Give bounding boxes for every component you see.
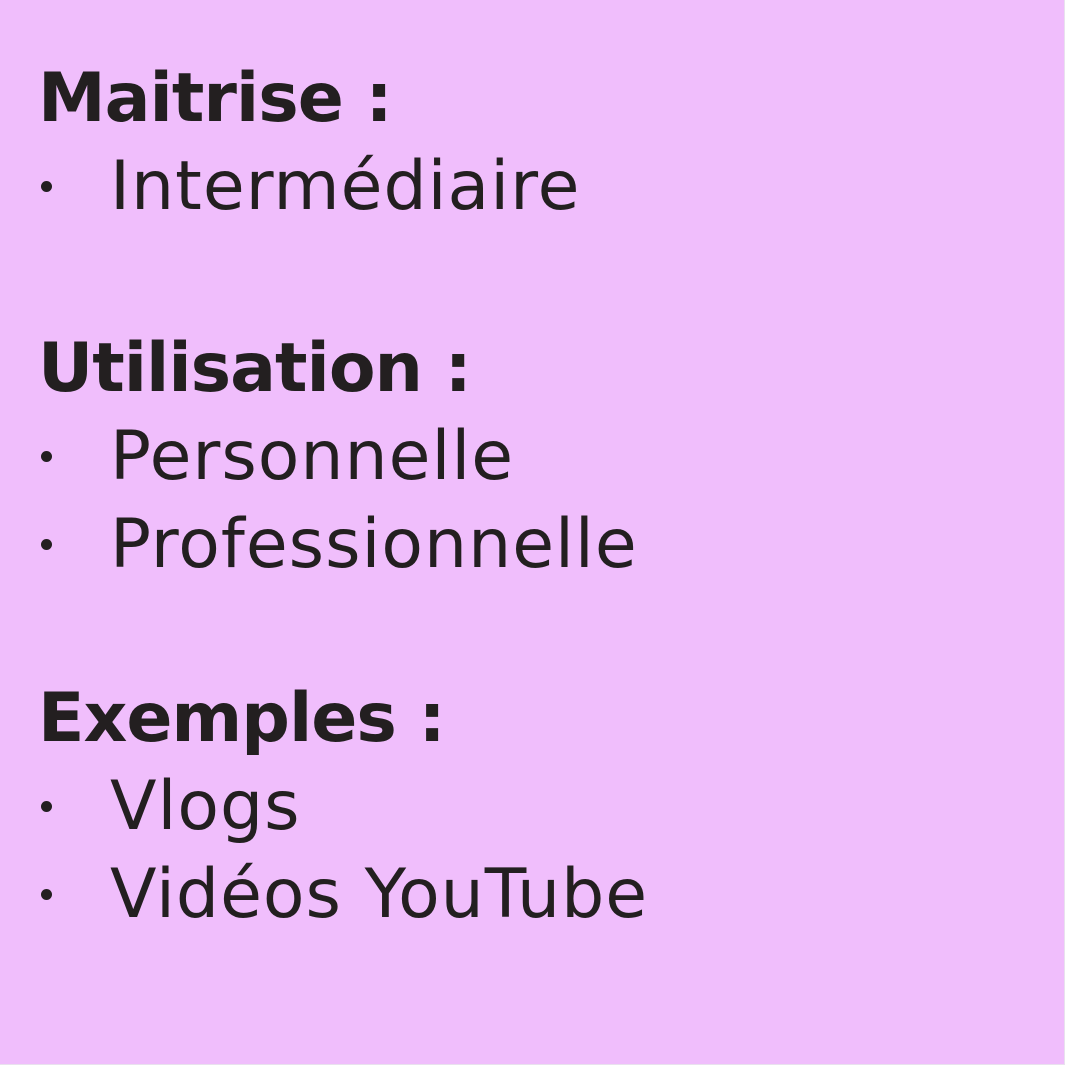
bullet-icon [41, 539, 52, 550]
section-heading-utilisation: Utilisation : [38, 329, 472, 408]
item-list-utilisation: Personnelle Professionnelle [38, 413, 1044, 589]
bullet-icon [41, 801, 52, 812]
item-list-maitrise: Intermédiaire [38, 143, 1044, 231]
section-utilisation: Utilisation : Personnelle Professionnell… [38, 325, 1044, 589]
list-item: Intermédiaire [38, 143, 1044, 231]
section-exemples: Exemples : Vlogs Vidéos YouTube [38, 675, 1044, 939]
item-list-exemples: Vlogs Vidéos YouTube [38, 763, 1044, 939]
section-heading-maitrise: Maitrise : [38, 59, 393, 138]
list-item-label: Intermédiaire [110, 147, 581, 226]
list-item: Professionnelle [38, 501, 1044, 589]
bullet-icon [41, 889, 52, 900]
section-heading-exemples: Exemples : [38, 679, 446, 758]
bullet-icon [41, 181, 52, 192]
list-item: Vidéos YouTube [38, 851, 1044, 939]
list-item: Personnelle [38, 413, 1044, 501]
list-item-label: Vidéos YouTube [110, 855, 649, 934]
list-item-label: Personnelle [110, 417, 515, 496]
info-card: Maitrise : Intermédiaire Utilisation : P… [0, 0, 1065, 1065]
bullet-icon [41, 451, 52, 462]
list-item: Vlogs [38, 763, 1044, 851]
list-item-label: Professionnelle [110, 505, 638, 584]
section-maitrise: Maitrise : Intermédiaire [38, 55, 1044, 231]
list-item-label: Vlogs [110, 767, 301, 846]
